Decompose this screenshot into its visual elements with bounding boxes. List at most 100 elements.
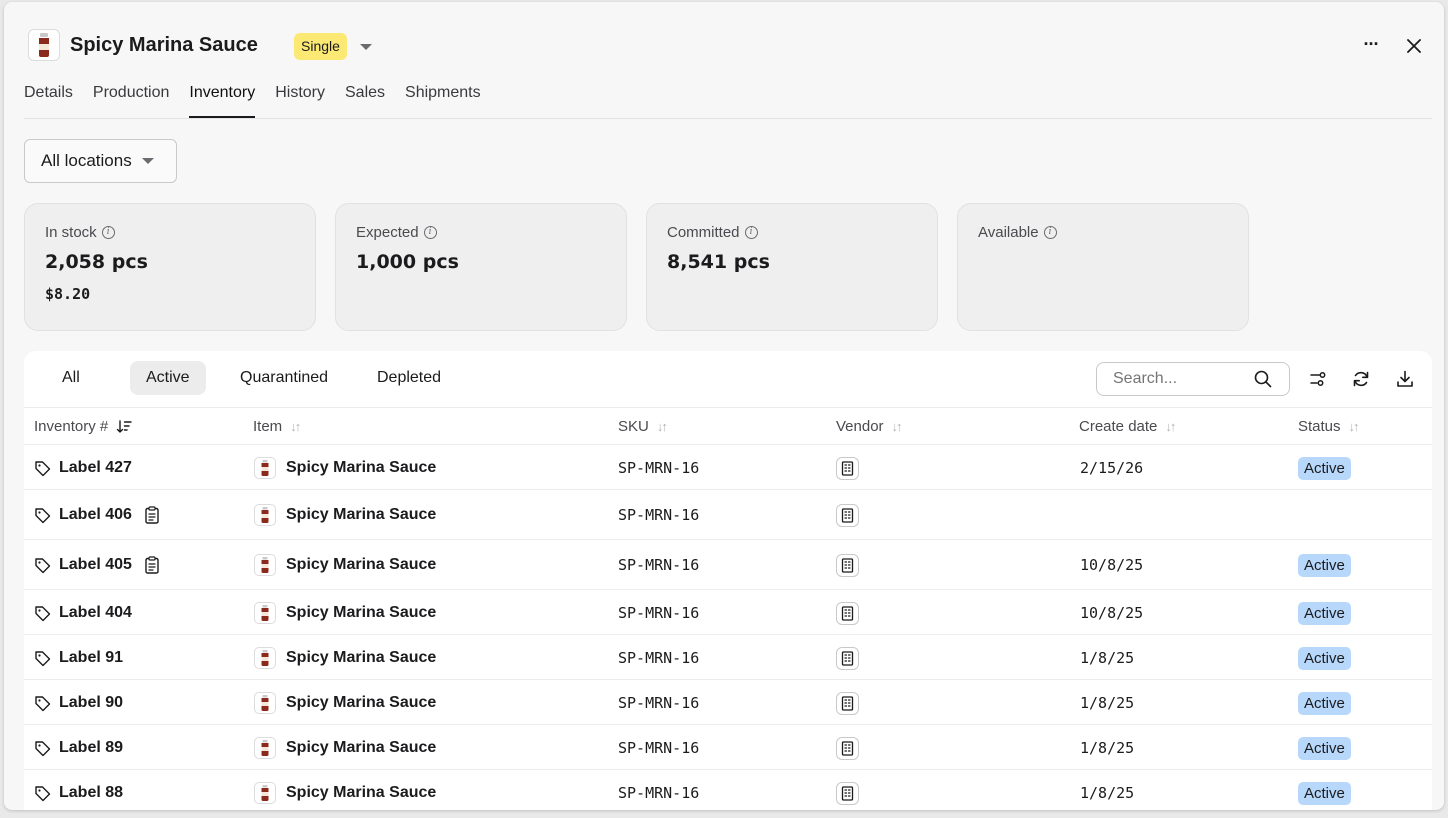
inventory-label: Label 90 [59, 694, 124, 711]
filter-quarantined[interactable]: Quarantined [224, 361, 344, 395]
sort-icon: ↓↑ [656, 419, 668, 434]
sku-cell: SP-MRN-16 [618, 694, 700, 712]
inventory-label: Label 91 [59, 649, 124, 666]
inventory-label-cell[interactable]: Label 427 [34, 456, 132, 480]
sauce-jar-icon [254, 737, 276, 759]
vendor-cell[interactable] [836, 601, 859, 625]
vendor-cell[interactable] [836, 781, 859, 805]
tag-icon [34, 695, 51, 712]
table-row[interactable]: Label 89 Spicy Marina Sauce SP-MRN-16 1/8/2… [24, 725, 1432, 770]
vendor-cell[interactable] [836, 553, 859, 577]
info-icon[interactable]: i [744, 226, 758, 239]
status-badge: Active [1298, 646, 1351, 670]
location-filter-button[interactable]: All locations [24, 139, 177, 183]
tab-shipments[interactable]: Shipments [405, 84, 481, 120]
building-icon [836, 781, 859, 805]
vendor-cell[interactable] [836, 456, 859, 480]
filter-depleted[interactable]: Depleted [361, 361, 457, 395]
table-row[interactable]: Label 91 Spicy Marina Sauce SP-MRN-16 1/8/2… [24, 635, 1432, 680]
inventory-label-cell[interactable]: Label 404 [34, 601, 132, 625]
status-badge: Active [1298, 736, 1351, 760]
item-name: Spicy Marina Sauce [286, 739, 437, 756]
tag-icon [34, 557, 51, 574]
stat-label: Committed [667, 224, 740, 241]
table-row[interactable]: Label 90 Spicy Marina Sauce SP-MRN-16 1/8/2… [24, 680, 1432, 725]
note-icon[interactable] [144, 556, 160, 574]
column-header-item[interactable]: Item ↓↑ [253, 418, 301, 435]
more-options-button[interactable]: ··· [1358, 34, 1384, 58]
table-row[interactable]: Label 427 Spicy Marina Sauce SP-MRN-16 2/15… [24, 445, 1432, 490]
table-row[interactable]: Label 88 Spicy Marina Sauce SP-MRN-16 1/8/2… [24, 770, 1432, 810]
vendor-cell[interactable] [836, 736, 859, 760]
tab-details[interactable]: Details [24, 84, 73, 120]
sauce-jar-icon [254, 457, 276, 479]
item-cell[interactable]: Spicy Marina Sauce [254, 646, 436, 670]
inventory-label: Label 405 [59, 556, 132, 573]
inventory-label-cell[interactable]: Label 90 [34, 691, 123, 715]
tab-inventory[interactable]: Inventory [189, 84, 255, 120]
item-cell[interactable]: Spicy Marina Sauce [254, 503, 436, 527]
inventory-label-cell[interactable]: Label 89 [34, 736, 123, 760]
column-header-sku[interactable]: SKU ↓↑ [618, 418, 668, 435]
sort-icon: ↓↑ [290, 419, 301, 434]
sku-cell: SP-MRN-16 [618, 739, 700, 757]
sku-cell: SP-MRN-16 [618, 649, 700, 667]
status-cell: Active [1298, 691, 1351, 715]
status-badge: Active [1298, 691, 1351, 715]
column-header-status[interactable]: Status ↓↑ [1298, 418, 1360, 435]
building-icon [836, 503, 859, 527]
building-icon [836, 691, 859, 715]
item-cell[interactable]: Spicy Marina Sauce [254, 601, 436, 625]
column-header-inventory[interactable]: Inventory # [34, 418, 132, 435]
sku-cell: SP-MRN-16 [618, 784, 700, 802]
tab-history[interactable]: History [275, 84, 325, 120]
building-icon [836, 736, 859, 760]
column-header-vendor[interactable]: Vendor ↓↑ [836, 418, 903, 435]
info-icon[interactable]: i [423, 226, 437, 239]
search-icon[interactable] [1254, 370, 1272, 388]
filter-active[interactable]: Active [130, 361, 206, 395]
refresh-icon[interactable] [1351, 369, 1371, 389]
sauce-jar-icon [254, 602, 276, 624]
filter-all[interactable]: All [46, 361, 96, 395]
vendor-cell[interactable] [836, 646, 859, 670]
inventory-label-cell[interactable]: Label 91 [34, 646, 123, 670]
status-cell: Active [1298, 601, 1351, 625]
download-icon[interactable] [1395, 369, 1415, 389]
stat-value: 1,000 pcs [356, 251, 459, 273]
header: Spicy Marina Sauce Single ··· Details Pr… [4, 2, 1444, 122]
inventory-label-cell[interactable]: Label 406 [34, 503, 160, 527]
status-cell: Active [1298, 736, 1351, 760]
building-icon [836, 553, 859, 577]
create-date-cell: 1/8/25 [1080, 694, 1135, 712]
item-cell[interactable]: Spicy Marina Sauce [254, 736, 436, 760]
sauce-jar-icon [39, 33, 49, 57]
table-row[interactable]: Label 404 Spicy Marina Sauce SP-MRN-16 10/8… [24, 590, 1432, 635]
close-button[interactable] [1402, 34, 1426, 58]
item-cell[interactable]: Spicy Marina Sauce [254, 553, 436, 577]
stat-label: Available [978, 224, 1039, 241]
vendor-cell[interactable] [836, 503, 859, 527]
tag-icon [34, 785, 51, 802]
item-cell[interactable]: Spicy Marina Sauce [254, 456, 436, 480]
type-dropdown[interactable] [356, 38, 376, 56]
inventory-label-cell[interactable]: Label 88 [34, 781, 123, 805]
item-cell[interactable]: Spicy Marina Sauce [254, 691, 436, 715]
type-badge[interactable]: Single [294, 33, 347, 60]
tag-icon [34, 740, 51, 757]
info-icon[interactable]: i [101, 226, 115, 239]
table-row[interactable]: Label 405 Spicy Marina Sauce SP-MRN-16 10/8… [24, 540, 1432, 590]
item-cell[interactable]: Spicy Marina Sauce [254, 781, 436, 805]
filter-icon[interactable] [1308, 369, 1328, 389]
tab-sales[interactable]: Sales [345, 84, 385, 120]
table-row[interactable]: Label 406 Spicy Marina Sauce SP-MRN-16 [24, 490, 1432, 540]
info-icon[interactable]: i [1043, 226, 1057, 239]
item-name: Spicy Marina Sauce [286, 556, 437, 573]
column-header-create-date[interactable]: Create date ↓↑ [1079, 418, 1176, 435]
tab-production[interactable]: Production [93, 84, 170, 120]
note-icon[interactable] [144, 506, 160, 524]
sauce-jar-icon [254, 692, 276, 714]
vendor-cell[interactable] [836, 691, 859, 715]
inventory-label-cell[interactable]: Label 405 [34, 553, 160, 577]
sort-active-icon [117, 419, 132, 433]
